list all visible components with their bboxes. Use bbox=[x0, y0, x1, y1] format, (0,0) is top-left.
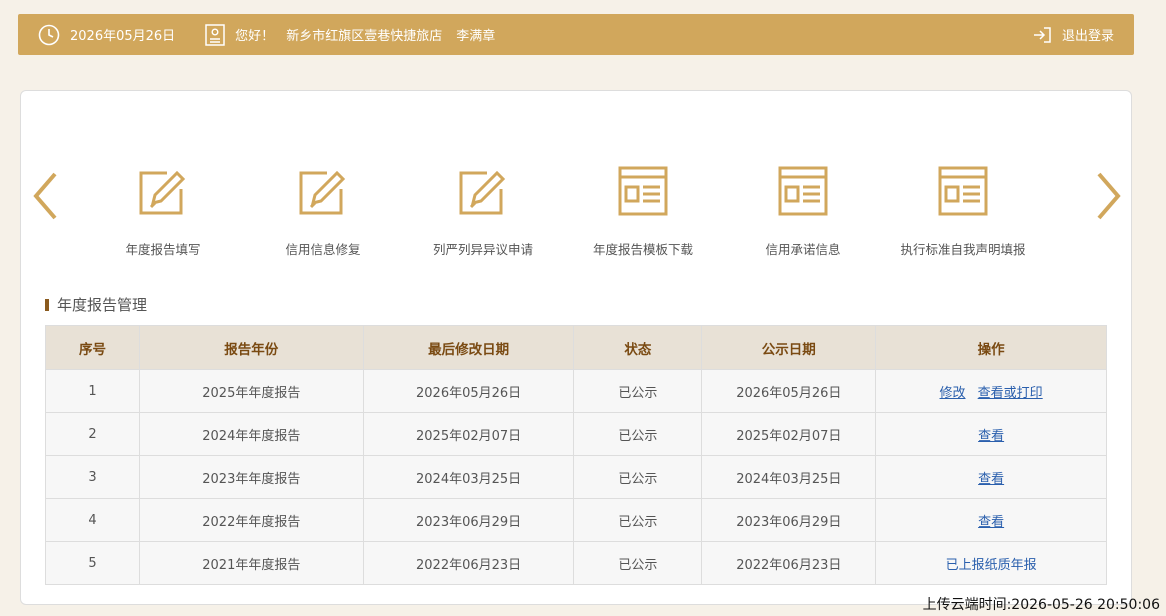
document-icon bbox=[618, 166, 668, 216]
cell-modified: 2025年02月07日 bbox=[362, 412, 575, 456]
quick-link-label: 执行标准自我声明填报 bbox=[900, 242, 1026, 257]
cell-year: 2021年年度报告 bbox=[138, 541, 364, 585]
quick-links-carousel: 年度报告填写 信用信息修复 列严列异异议申请 年度报告模板下载 信用承诺信息 执… bbox=[21, 151, 1133, 271]
annual-report-table: 序号 报告年份 最后修改日期 状态 公示日期 操作 1 2025年年度报告 20… bbox=[45, 325, 1107, 585]
cell-status: 已公示 bbox=[573, 541, 703, 585]
carousel-prev-button[interactable] bbox=[31, 171, 61, 221]
document-icon bbox=[938, 166, 988, 216]
top-bar: 2026年05月26日 您好！ 新乡市红旗区壹巷快捷旅店 李满章 退出登录 bbox=[18, 14, 1134, 55]
cell-published: 2025年02月07日 bbox=[701, 412, 877, 456]
cell-published: 2023年06月29日 bbox=[701, 498, 877, 542]
table-row: 5 2021年年度报告 2022年06月23日 已公示 2022年06月23日 … bbox=[45, 541, 1107, 585]
user-name: 李满章 bbox=[456, 29, 496, 44]
edit-icon bbox=[139, 170, 186, 215]
table-row: 2 2024年年度报告 2025年02月07日 已公示 2025年02月07日 … bbox=[45, 412, 1107, 456]
cell-year: 2025年年度报告 bbox=[138, 369, 364, 413]
edit-icon bbox=[459, 170, 506, 215]
cell-actions: 查看 bbox=[875, 455, 1107, 499]
main-panel: 年度报告填写 信用信息修复 列严列异异议申请 年度报告模板下载 信用承诺信息 执… bbox=[20, 90, 1132, 605]
section-title: 年度报告管理 bbox=[45, 294, 147, 315]
cell-modified: 2022年06月23日 bbox=[362, 541, 575, 585]
quick-link-template-download[interactable]: 年度报告模板下载 bbox=[563, 165, 723, 258]
cell-no: 3 bbox=[45, 455, 140, 499]
cell-year: 2023年年度报告 bbox=[138, 455, 364, 499]
greeting: 您好！ bbox=[235, 29, 275, 44]
logout-icon bbox=[1033, 26, 1051, 43]
cell-published: 2026年05月26日 bbox=[701, 369, 877, 413]
quick-link-objection[interactable]: 列严列异异议申请 bbox=[403, 165, 563, 258]
table-row: 4 2022年年度报告 2023年06月29日 已公示 2023年06月29日 … bbox=[45, 498, 1107, 542]
clock-icon bbox=[38, 24, 60, 45]
quick-link-label: 信用承诺信息 bbox=[765, 242, 841, 257]
cell-year: 2024年年度报告 bbox=[138, 412, 364, 456]
date-segment: 2026年05月26日 bbox=[38, 24, 175, 46]
quick-link-label: 年度报告模板下载 bbox=[592, 242, 693, 257]
col-header-actions: 操作 bbox=[875, 325, 1107, 370]
quick-link-label: 信用信息修复 bbox=[285, 242, 361, 257]
edit-link[interactable]: 修改 bbox=[940, 386, 966, 401]
logout-label: 退出登录 bbox=[1061, 29, 1114, 44]
col-header-no: 序号 bbox=[45, 325, 140, 370]
cell-status: 已公示 bbox=[573, 455, 703, 499]
cell-actions: 查看 bbox=[875, 498, 1107, 542]
col-header-published: 公示日期 bbox=[701, 325, 877, 370]
user-segment: 您好！ 新乡市红旗区壹巷快捷旅店 李满章 bbox=[205, 23, 496, 46]
cell-year: 2022年年度报告 bbox=[138, 498, 364, 542]
cell-no: 5 bbox=[45, 541, 140, 585]
cell-modified: 2024年03月25日 bbox=[362, 455, 575, 499]
quick-link-label: 列严列异异议申请 bbox=[432, 242, 533, 257]
table-header-row: 序号 报告年份 最后修改日期 状态 公示日期 操作 bbox=[45, 325, 1107, 370]
quick-link-credit-repair[interactable]: 信用信息修复 bbox=[243, 165, 403, 258]
edit-icon bbox=[299, 170, 346, 215]
col-header-status: 状态 bbox=[573, 325, 703, 370]
quick-link-credit-commitment[interactable]: 信用承诺信息 bbox=[723, 165, 883, 258]
quick-link-standard-declaration[interactable]: 执行标准自我声明填报 bbox=[883, 165, 1043, 258]
chevron-left-icon bbox=[33, 172, 57, 220]
cell-status: 已公示 bbox=[573, 412, 703, 456]
cell-actions: 修改 查看或打印 bbox=[875, 369, 1107, 413]
cell-actions: 查看 bbox=[875, 412, 1107, 456]
table-row: 3 2023年年度报告 2024年03月25日 已公示 2024年03月25日 … bbox=[45, 455, 1107, 499]
cell-published: 2022年06月23日 bbox=[701, 541, 877, 585]
cell-modified: 2026年05月26日 bbox=[362, 369, 575, 413]
quick-link-label: 年度报告填写 bbox=[125, 242, 201, 257]
cell-published: 2024年03月25日 bbox=[701, 455, 877, 499]
col-header-year: 报告年份 bbox=[138, 325, 364, 370]
cell-actions: 已上报纸质年报 bbox=[875, 541, 1107, 585]
paper-report-note: 已上报纸质年报 bbox=[945, 557, 1037, 573]
cell-no: 4 bbox=[45, 498, 140, 542]
quick-link-annual-report-fill[interactable]: 年度报告填写 bbox=[83, 165, 243, 258]
upload-time: 上传云端时间:2026-05-26 20:50:06 bbox=[922, 597, 1160, 613]
id-card-icon bbox=[205, 23, 225, 46]
view-link[interactable]: 查看 bbox=[978, 472, 1004, 487]
shop-name: 新乡市红旗区壹巷快捷旅店 bbox=[286, 29, 443, 44]
chevron-right-icon bbox=[1097, 172, 1121, 220]
cell-no: 2 bbox=[45, 412, 140, 456]
document-icon bbox=[778, 166, 828, 216]
view-or-print-link[interactable]: 查看或打印 bbox=[978, 386, 1043, 401]
section-title-text: 年度报告管理 bbox=[57, 296, 148, 314]
col-header-modified: 最后修改日期 bbox=[362, 325, 575, 370]
section-marker bbox=[45, 298, 49, 311]
cell-status: 已公示 bbox=[573, 498, 703, 542]
current-date: 2026年05月26日 bbox=[70, 29, 176, 44]
cell-no: 1 bbox=[45, 369, 140, 413]
cell-status: 已公示 bbox=[573, 369, 703, 413]
view-link[interactable]: 查看 bbox=[978, 429, 1004, 444]
view-link[interactable]: 查看 bbox=[978, 515, 1004, 530]
cell-modified: 2023年06月29日 bbox=[362, 498, 575, 542]
table-row: 1 2025年年度报告 2026年05月26日 已公示 2026年05月26日 … bbox=[45, 369, 1107, 413]
logout-button[interactable]: 退出登录 bbox=[1032, 25, 1114, 45]
carousel-next-button[interactable] bbox=[1093, 171, 1123, 221]
